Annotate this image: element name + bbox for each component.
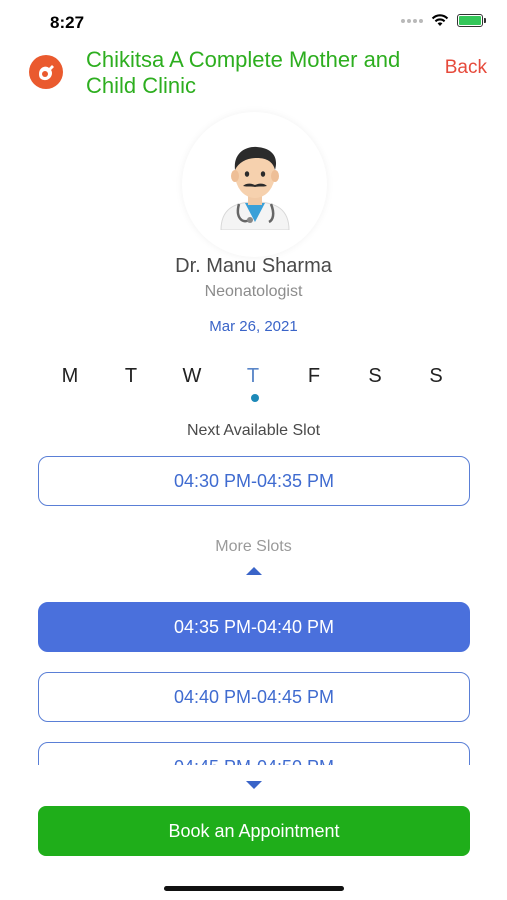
- appointment-screen: 8:27 Chikitsa A Complete Mother and Chil…: [0, 0, 507, 900]
- selected-day-indicator: [251, 394, 259, 402]
- weekday-wednesday[interactable]: W: [177, 365, 207, 388]
- weekday-sunday[interactable]: S: [421, 365, 451, 388]
- slot-button[interactable]: 04:40 PM-04:45 PM: [38, 672, 470, 722]
- doctor-avatar-icon: [219, 146, 290, 230]
- more-slots-label: More Slots: [215, 538, 292, 555]
- book-appointment-button[interactable]: Book an Appointment: [38, 806, 470, 856]
- clinic-logo-icon: [29, 55, 63, 89]
- clinic-title: Chikitsa A Complete Mother and Child Cli…: [86, 47, 401, 98]
- weekday-friday[interactable]: F: [299, 365, 329, 388]
- doctor-avatar: [182, 112, 327, 257]
- weekday-tuesday[interactable]: T: [116, 365, 146, 388]
- wifi-icon: [431, 14, 449, 26]
- weekday-thursday[interactable]: T: [238, 365, 268, 388]
- doctor-speciality: Neonatologist: [204, 283, 303, 300]
- slot-button-selected[interactable]: 04:35 PM-04:40 PM: [38, 602, 470, 652]
- header: Chikitsa A Complete Mother and Child Cli…: [0, 44, 507, 102]
- scroll-up-icon[interactable]: [246, 567, 262, 575]
- slot-button[interactable]: 04:45 PM-04:50 PM: [38, 742, 470, 765]
- next-slot-label: Next Available Slot: [186, 422, 321, 439]
- weekday-saturday[interactable]: S: [360, 365, 390, 388]
- weekday-monday[interactable]: M: [55, 365, 85, 388]
- back-button[interactable]: Back: [445, 57, 487, 79]
- status-icons: [401, 14, 486, 27]
- doctor-name: Dr. Manu Sharma: [175, 255, 332, 277]
- signal-icon: [401, 18, 423, 23]
- scroll-down-icon[interactable]: [246, 781, 262, 789]
- appointment-date[interactable]: Mar 26, 2021: [0, 318, 507, 335]
- home-indicator: [164, 886, 344, 891]
- status-bar: 8:27: [0, 0, 507, 44]
- battery-icon: [457, 14, 486, 27]
- next-slot-button[interactable]: 04:30 PM-04:35 PM: [38, 456, 470, 506]
- status-time: 8:27: [50, 13, 85, 32]
- slot-list-clip: 04:45 PM-04:50 PM: [0, 738, 507, 765]
